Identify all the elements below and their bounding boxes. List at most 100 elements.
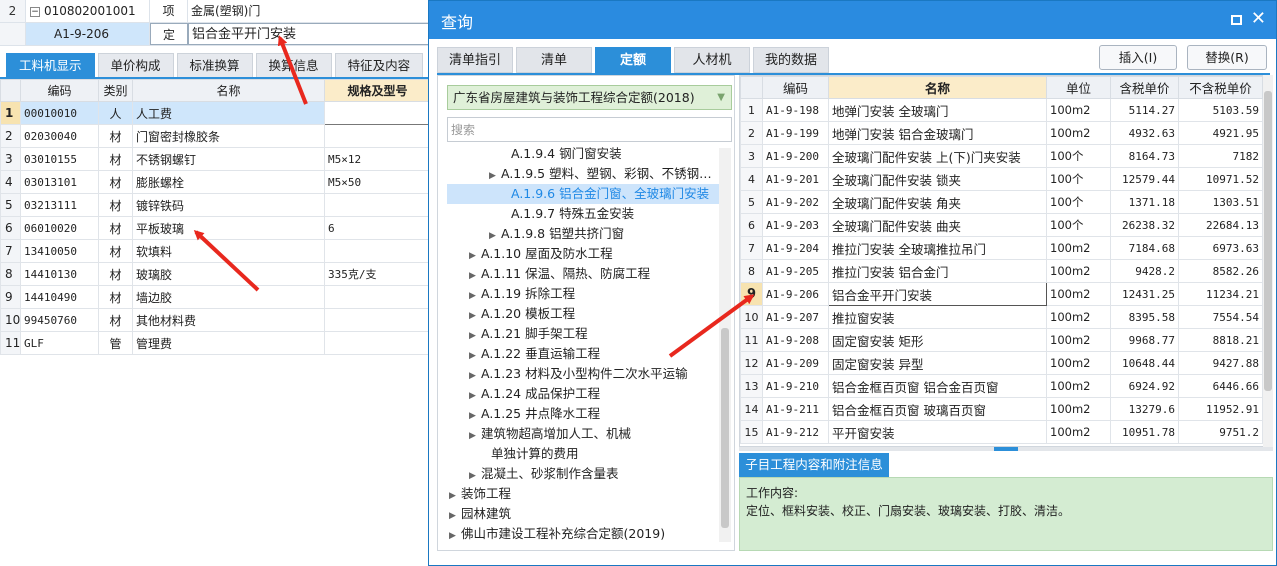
- column-header[interactable]: 名称: [132, 79, 325, 102]
- tree-item[interactable]: ▶ 建筑物超高增加人工、机械: [469, 424, 631, 444]
- table-row[interactable]: 10 A1-9-207 推拉窗安装 100m2 8395.58 7554.54: [740, 305, 1263, 329]
- tree-item[interactable]: ▶ 混凝土、砂浆制作含量表: [469, 464, 619, 484]
- table-row[interactable]: 6 A1-9-203 全玻璃门配件安装 曲夹 100个 26238.32 22684.13: [740, 213, 1263, 237]
- table-row[interactable]: 11 A1-9-208 固定窗安装 矩形 100m2 9968.77 8818.21: [740, 328, 1263, 352]
- table-row[interactable]: 2 02030040 材门窗密封橡胶条: [0, 124, 431, 148]
- tree-item[interactable]: ▶ A.1.11 保温、隔热、防腐工程: [469, 264, 650, 284]
- expand-arrow-icon[interactable]: ▶: [449, 506, 461, 526]
- tree-item[interactable]: ▶ A.1.21 脚手架工程: [469, 324, 588, 344]
- grid-scrollbar[interactable]: [1263, 75, 1273, 447]
- table-row[interactable]: 8 A1-9-205 推拉门安装 铝合金门 100m2 9428.2 8582.26: [740, 259, 1263, 283]
- table-row[interactable]: 5 03213111 材镀锌铁码: [0, 193, 431, 217]
- tree-item[interactable]: ▶ A.1.24 成品保护工程: [469, 384, 600, 404]
- table-row[interactable]: 14 A1-9-211 铝合金框百页窗 玻璃百页窗 100m2 13279.6 11952…: [740, 397, 1263, 421]
- quota-name[interactable]: 铝合金平开门安装: [188, 23, 430, 45]
- close-icon[interactable]: ✕: [1251, 8, 1266, 29]
- expand-arrow-icon[interactable]: ▶: [469, 246, 481, 266]
- table-row[interactable]: 8 14410130 材玻璃胶 335克/支: [0, 262, 431, 286]
- tree-item[interactable]: ▶ A.1.19 拆除工程: [469, 284, 575, 304]
- tree-item[interactable]: ▶ A.1.9.8 铝塑共挤门窗: [489, 224, 624, 244]
- table-row[interactable]: 1 A1-9-198 地弹门安装 全玻璃门 100m2 5114.27 5103.59: [740, 98, 1263, 122]
- table-row[interactable]: 12 A1-9-209 固定窗安装 异型 100m2 10648.44 9427.88: [740, 351, 1263, 375]
- column-header[interactable]: 不含税单价: [1178, 76, 1263, 99]
- insert-button[interactable]: 插入(I): [1099, 45, 1177, 70]
- quota-item-row[interactable]: A1-9-206 定 铝合金平开门安装: [0, 23, 430, 46]
- expand-arrow-icon[interactable]: ▶: [469, 406, 481, 426]
- tree-item[interactable]: ▶ 装饰工程: [449, 484, 511, 504]
- table-row[interactable]: 5 A1-9-202 全玻璃门配件安装 角夹 100个 1371.18 1303.51: [740, 190, 1263, 214]
- expand-arrow-icon[interactable]: ▶: [469, 346, 481, 366]
- tree-item[interactable]: A.1.9.6 铝合金门窗、全玻璃门安装: [447, 184, 719, 204]
- tab-features[interactable]: 特征及内容: [334, 53, 424, 77]
- column-header[interactable]: 规格及型号: [324, 79, 431, 102]
- tab-unit-price[interactable]: 单价构成: [97, 53, 174, 77]
- table-row[interactable]: 4 03013101 材膨胀螺栓 M5×50: [0, 170, 431, 194]
- table-row[interactable]: 3 A1-9-200 全玻璃门配件安装 上(下)门夹安装 100个 8164.73 718…: [740, 144, 1263, 168]
- panel-splitter[interactable]: [739, 447, 1273, 451]
- expand-arrow-icon[interactable]: ▶: [469, 266, 481, 286]
- expand-arrow-icon[interactable]: ▶: [489, 226, 501, 246]
- tab-work-content-info[interactable]: 子目工程内容和附注信息: [739, 453, 889, 477]
- column-header[interactable]: 名称: [828, 76, 1047, 99]
- tree-item[interactable]: ▶ A.1.9.5 塑料、塑钢、彩钢、不锈钢…: [489, 164, 712, 184]
- tree-item[interactable]: ▶ 佛山市建设工程补充综合定额(2019): [449, 524, 665, 544]
- table-row[interactable]: 6 06010020 材平板玻璃 6: [0, 216, 431, 240]
- table-row[interactable]: 1 00010010 人人工费: [0, 101, 431, 125]
- expand-arrow-icon[interactable]: ▶: [469, 366, 481, 386]
- table-row[interactable]: 7 A1-9-204 推拉门安装 全玻璃推拉吊门 100m2 7184.68 6973.6…: [740, 236, 1263, 260]
- collapse-icon[interactable]: −: [30, 6, 40, 17]
- scrollbar-thumb[interactable]: [1264, 91, 1272, 391]
- tree-item[interactable]: A.1.9.7 特殊五金安装: [499, 204, 634, 224]
- tree-item[interactable]: 单独计算的费用: [479, 444, 579, 464]
- table-row[interactable]: 9 A1-9-206 铝合金平开门安装 100m2 12431.25 11234.21: [740, 282, 1263, 306]
- tree-item[interactable]: ▶ A.1.23 材料及小型构件二次水平运输: [469, 364, 688, 384]
- column-header[interactable]: 编码: [20, 79, 99, 102]
- expand-arrow-icon[interactable]: ▶: [469, 326, 481, 346]
- quota-library-select[interactable]: 广东省房屋建筑与装饰工程综合定额(2018) ▼: [447, 85, 732, 110]
- scrollbar-thumb[interactable]: [721, 328, 729, 528]
- tree-item[interactable]: A.1.9.4 钢门窗安装: [499, 144, 622, 164]
- tab-bill-guide[interactable]: 清单指引: [437, 47, 513, 73]
- expand-arrow-icon[interactable]: ▶: [469, 386, 481, 406]
- tab-standard-conversion[interactable]: 标准换算: [176, 53, 253, 77]
- dialog-title-bar[interactable]: 查询 ✕: [429, 1, 1276, 39]
- expand-arrow-icon[interactable]: ▶: [489, 166, 501, 186]
- tree-item[interactable]: ▶ A.1.25 井点降水工程: [469, 404, 600, 424]
- table-row[interactable]: 11 GLF 管管理费: [0, 331, 431, 355]
- table-row[interactable]: 7 13410050 材软填料: [0, 239, 431, 263]
- table-row[interactable]: 3 03010155 材不锈钢螺钉 M5×12: [0, 147, 431, 171]
- column-header[interactable]: 单位: [1046, 76, 1111, 99]
- tab-bill[interactable]: 清单: [516, 47, 592, 73]
- column-header[interactable]: 含税单价: [1110, 76, 1179, 99]
- column-header[interactable]: 类别: [98, 79, 133, 102]
- expand-arrow-icon[interactable]: ▶: [449, 486, 461, 506]
- dropdown-arrow-icon[interactable]: ▼: [717, 86, 725, 109]
- table-row[interactable]: 13 A1-9-210 铝合金框百页窗 铝合金百页窗 100m2 6924.92 6446…: [740, 374, 1263, 398]
- expand-arrow-icon[interactable]: ▶: [469, 466, 481, 486]
- column-header[interactable]: 编码: [762, 76, 829, 99]
- expand-arrow-icon[interactable]: ▶: [469, 426, 481, 446]
- tab-labor-material-machine[interactable]: 人材机: [674, 47, 750, 73]
- tree-item[interactable]: ▶ A.1.22 垂直运输工程: [469, 344, 600, 364]
- expand-arrow-icon[interactable]: ▶: [449, 526, 461, 546]
- table-row[interactable]: 10 99450760 材其他材料费: [0, 308, 431, 332]
- table-row[interactable]: 2 A1-9-199 地弹门安装 铝合金玻璃门 100m2 4932.63 4921.95: [740, 121, 1263, 145]
- quota-type[interactable]: 定: [150, 23, 188, 45]
- tree-scrollbar[interactable]: [719, 148, 731, 542]
- tab-quota[interactable]: 定额: [595, 47, 671, 73]
- bill-item-row[interactable]: 2 −010802001001 项 金属(塑钢)门: [0, 0, 430, 23]
- tree-item[interactable]: ▶ A.1.20 模板工程: [469, 304, 575, 324]
- expand-arrow-icon[interactable]: ▶: [469, 286, 481, 306]
- tab-labor-material[interactable]: 工料机显示: [6, 53, 95, 77]
- maximize-icon[interactable]: [1231, 15, 1242, 25]
- tab-my-data[interactable]: 我的数据: [753, 47, 829, 73]
- splitter-handle[interactable]: [994, 447, 1018, 451]
- table-row[interactable]: 9 14410490 材墙边胶: [0, 285, 431, 309]
- tab-conversion-info[interactable]: 换算信息: [255, 53, 332, 77]
- expand-arrow-icon[interactable]: ▶: [469, 306, 481, 326]
- tree-item[interactable]: ▶ A.1.10 屋面及防水工程: [469, 244, 613, 264]
- table-row[interactable]: 4 A1-9-201 全玻璃门配件安装 锁夹 100个 12579.44 10971.52: [740, 167, 1263, 191]
- search-input[interactable]: [447, 117, 732, 142]
- table-row[interactable]: 15 A1-9-212 平开窗安装 100m2 10951.78 9751.2: [740, 420, 1263, 444]
- tree-item[interactable]: ▶ 园林建筑: [449, 504, 511, 524]
